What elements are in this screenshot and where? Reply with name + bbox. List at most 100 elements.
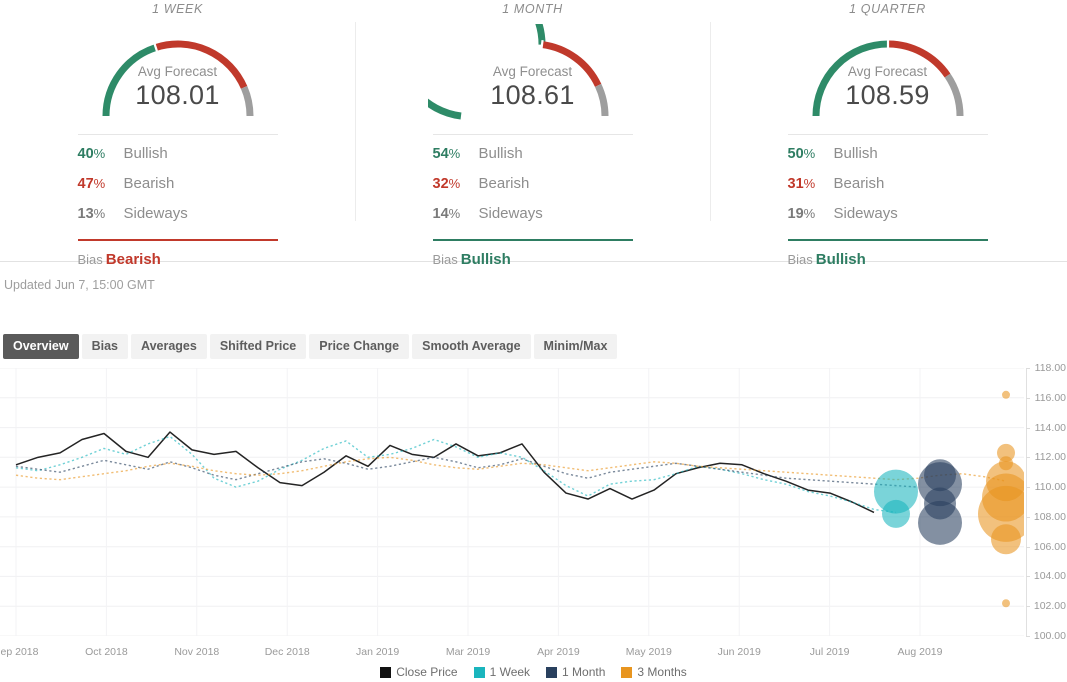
legend-swatch <box>473 666 485 678</box>
forecast-card-1-week: 1 WEEK Avg Forecast 108.01 40% Bullish 47% Bea… <box>0 0 355 268</box>
stat-row-bearish: 31% Bearish <box>788 175 988 205</box>
legend-swatch <box>546 666 558 678</box>
y-axis-tick: 114.00 <box>1034 421 1066 434</box>
stat-row-bullish: 50% Bullish <box>788 145 988 175</box>
x-axis-tick: Jul 2019 <box>809 646 850 658</box>
stat-percent-value: 14 <box>432 206 449 222</box>
y-axis-tick: 112.00 <box>1034 451 1066 464</box>
percent-sign: % <box>93 176 106 191</box>
x-axis-tick: Jan 2019 <box>355 646 400 658</box>
y-axis-tick-mark <box>1026 457 1030 459</box>
y-axis-tick: 116.00 <box>1034 391 1066 404</box>
chart-x-axis: Sep 2018 Oct 2018 Nov 2018 Dec 2018 Jan 2019… <box>0 646 1024 662</box>
stat-label: Bearish <box>478 175 530 192</box>
percent-sign: % <box>448 206 461 221</box>
stat-percent-value: 19 <box>787 206 804 222</box>
stat-row-bearish: 32% Bearish <box>433 175 633 205</box>
bias-value: Bullish <box>460 251 511 268</box>
x-axis-tick: Apr 2019 <box>537 646 580 658</box>
card-title: 1 MONTH <box>502 2 563 16</box>
bias-row: Bias Bearish <box>78 251 278 268</box>
y-axis-tick: 102.00 <box>1033 600 1066 613</box>
stat-percent-value: 32 <box>432 176 449 192</box>
y-axis-tick-mark <box>1026 606 1030 608</box>
percent-sign: % <box>803 146 816 161</box>
bias-row: Bias Bullish <box>788 251 988 268</box>
bias-label: Bias <box>787 252 813 267</box>
y-axis-tick: 110.00 <box>1034 481 1066 494</box>
legend-label: 1 Week <box>489 665 531 679</box>
bias-label: Bias <box>432 252 458 267</box>
legend-item-1-month[interactable]: 1 Month <box>546 665 605 679</box>
avg-forecast-gauge: Avg Forecast 108.59 <box>783 24 993 120</box>
stat-percent: 32% <box>433 176 479 192</box>
avg-forecast-gauge: Avg Forecast 108.01 <box>73 24 283 120</box>
stat-percent: 54% <box>433 146 479 162</box>
bias-value: Bullish <box>815 251 866 268</box>
card-title: 1 WEEK <box>152 2 203 16</box>
tab-bias[interactable]: Bias <box>81 334 128 359</box>
tab-shifted-price[interactable]: Shifted Price <box>209 334 307 359</box>
card-divider <box>710 22 711 221</box>
tab-minim-max[interactable]: Minim/Max <box>533 334 618 359</box>
stat-percent-value: 54 <box>432 146 449 162</box>
legend-label: Close Price <box>396 665 458 679</box>
stat-percent: 31% <box>788 176 834 192</box>
bias-value: Bearish <box>105 251 161 268</box>
stat-percent: 19% <box>788 206 834 222</box>
chart-plot-area <box>0 368 1024 636</box>
x-axis-tick: Sep 2018 <box>0 646 39 658</box>
legend-label: 1 Month <box>562 665 606 679</box>
bias-label: Bias <box>77 252 103 267</box>
stat-label: Sideways <box>478 205 543 222</box>
stat-percent-value: 13 <box>77 206 94 222</box>
stat-percent-value: 50 <box>787 146 804 162</box>
card-title: 1 QUARTER <box>849 2 926 16</box>
stat-row-sideways: 19% Sideways <box>788 205 988 235</box>
bias-underline <box>432 239 633 241</box>
x-axis-tick: Dec 2018 <box>264 646 310 658</box>
stat-percent: 40% <box>78 146 124 162</box>
percent-sign: % <box>803 176 816 191</box>
tab-smooth-average[interactable]: Smooth Average <box>412 334 531 359</box>
stat-percent: 47% <box>78 176 124 192</box>
bias-underline <box>77 239 278 241</box>
stat-label: Bullish <box>123 145 168 162</box>
bias-row: Bias Bullish <box>433 251 633 268</box>
y-axis-line <box>1026 368 1027 636</box>
x-axis-tick: Nov 2018 <box>174 646 220 658</box>
chart-tab-bar: Overview Bias Averages Shifted Price Price C… <box>3 334 618 359</box>
stat-row-sideways: 14% Sideways <box>433 205 633 235</box>
stat-row-sideways: 13% Sideways <box>78 205 278 235</box>
forecast-chart: 118.00 116.00 114.00 112.00 110.00 108.00 106.… <box>0 362 1067 682</box>
tab-averages[interactable]: Averages <box>131 334 207 359</box>
sentiment-stats: 40% Bullish 47% Bearish 13% Sideways Bias Beari… <box>77 134 278 268</box>
stat-row-bullish: 54% Bullish <box>433 145 633 175</box>
y-axis-tick-mark <box>1026 576 1030 578</box>
chart-y-axis: 118.00 116.00 114.00 112.00 110.00 108.00 106.… <box>1026 362 1067 642</box>
chart-legend: Close Price 1 Week 1 Month 3 Months <box>0 665 1067 679</box>
stat-label: Bullish <box>478 145 523 162</box>
legend-label: 3 Months <box>637 665 687 679</box>
y-axis-tick-mark <box>1026 397 1030 399</box>
x-axis-tick: May 2019 <box>625 646 672 658</box>
y-axis-tick-mark <box>1026 487 1030 489</box>
y-axis-tick-mark <box>1026 636 1030 637</box>
stat-percent-value: 47 <box>77 176 94 192</box>
sentiment-stats: 54% Bullish 32% Bearish 14% Sideways Bias Bulli… <box>432 134 633 268</box>
stat-percent: 50% <box>788 146 834 162</box>
stat-percent-value: 31 <box>787 176 804 192</box>
bias-underline <box>787 239 988 241</box>
percent-sign: % <box>93 206 106 221</box>
stat-label: Sideways <box>123 205 188 222</box>
forecast-cards-row: 1 WEEK Avg Forecast 108.01 40% Bullish 47% Bea… <box>0 0 1067 268</box>
legend-item-1-week[interactable]: 1 Week <box>473 665 531 679</box>
y-axis-tick: 100.00 <box>1033 630 1066 642</box>
percent-sign: % <box>93 146 106 161</box>
stat-percent: 13% <box>78 206 124 222</box>
percent-sign: % <box>448 176 461 191</box>
legend-item-close-price[interactable]: Close Price <box>380 665 458 679</box>
legend-item-3-months[interactable]: 3 Months <box>621 665 687 679</box>
tab-overview[interactable]: Overview <box>3 334 79 359</box>
tab-price-change[interactable]: Price Change <box>309 334 410 359</box>
